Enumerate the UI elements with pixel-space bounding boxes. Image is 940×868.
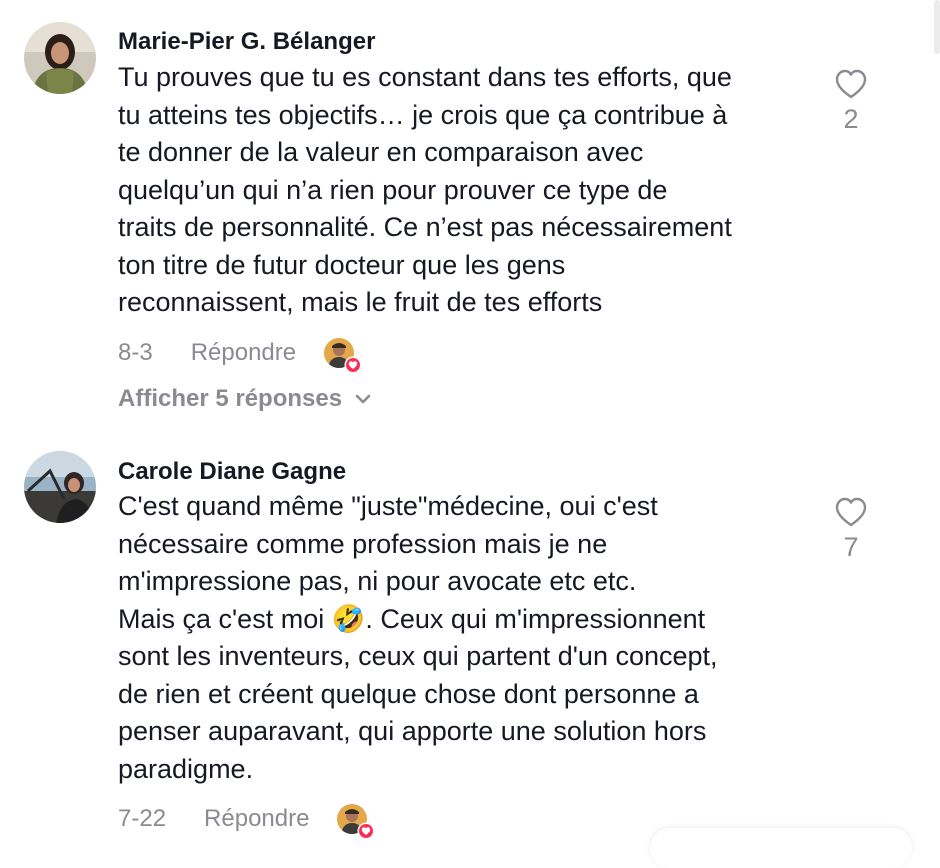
avatar[interactable] <box>24 22 96 94</box>
comment-text-line: Tu prouves que tu es constant dans tes e… <box>118 62 732 92</box>
comment-text-line: nécessaire comme profession mais je ne <box>118 528 608 559</box>
comment-text-line: reconnaissent, mais le fruit de tes effo… <box>118 287 603 317</box>
heart-outline-icon <box>835 69 867 99</box>
like-count: 7 <box>843 532 859 562</box>
comment-text-line: quelqu’un qui n’a rien pour prouver ce t… <box>118 174 668 205</box>
red-heart-badge-icon <box>357 822 375 840</box>
view-replies-label: Afficher 5 réponses <box>118 385 343 412</box>
comment-text-line: m'impressione pas, ni pour avocate etc e… <box>118 566 637 596</box>
comment-author[interactable]: Marie-Pier G. Bélanger <box>118 28 375 56</box>
comment-item: Carole Diane Gagne C'est quand même "jus… <box>0 430 940 848</box>
red-heart-badge-icon <box>344 356 362 374</box>
comment-text-line: te donner de la valeur en comparaison av… <box>118 137 644 167</box>
comment-text-line: ton titre de futur docteur que les gens <box>118 249 566 280</box>
bottom-input-card[interactable] <box>650 828 912 868</box>
comment-meta: 8-3 Répondre <box>118 338 362 374</box>
comment-text-line: tu atteins tes objectifs… je crois que ç… <box>118 99 728 130</box>
like-count: 2 <box>843 104 859 134</box>
comment-text-line: Mais ça c'est moi 🤣. Ceux qui m'impressi… <box>118 603 706 634</box>
comment-author[interactable]: Carole Diane Gagne <box>118 458 346 486</box>
reply-button[interactable]: Répondre <box>191 339 296 367</box>
creator-liked-avatar <box>324 338 362 374</box>
comment-text-line: sont les inventeurs, ceux qui partent d'… <box>118 641 718 671</box>
comment-text: C'est quand même "juste"médecine, oui c'… <box>118 488 808 788</box>
comment-text: Tu prouves que tu es constant dans tes e… <box>118 59 808 322</box>
avatar[interactable] <box>24 451 96 523</box>
comment-meta: 7-22 Répondre <box>118 804 375 840</box>
comment-text-line: de rien et créent quelque chose dont per… <box>118 678 699 709</box>
comment-text-line: traits de personnalité. Ce n’est pas néc… <box>118 212 732 242</box>
like-button[interactable]: 7 <box>821 496 881 563</box>
comment-text-line: penser auparavant, qui apporte une solut… <box>118 716 707 746</box>
creator-liked-avatar <box>337 804 375 840</box>
heart-outline-icon <box>835 497 867 527</box>
comment-text-line: C'est quand même "juste"médecine, oui c'… <box>118 491 658 521</box>
reply-button[interactable]: Répondre <box>204 805 309 833</box>
comment-text-line: paradigme. <box>118 753 254 784</box>
like-button[interactable]: 2 <box>821 68 881 135</box>
chevron-down-icon <box>355 394 371 404</box>
comment-date: 7-22 <box>118 805 167 832</box>
comment-date: 8-3 <box>118 339 153 366</box>
comment-item: Marie-Pier G. Bélanger Tu prouves que tu… <box>0 0 940 430</box>
view-replies-button[interactable]: Afficher 5 réponses <box>118 385 372 413</box>
